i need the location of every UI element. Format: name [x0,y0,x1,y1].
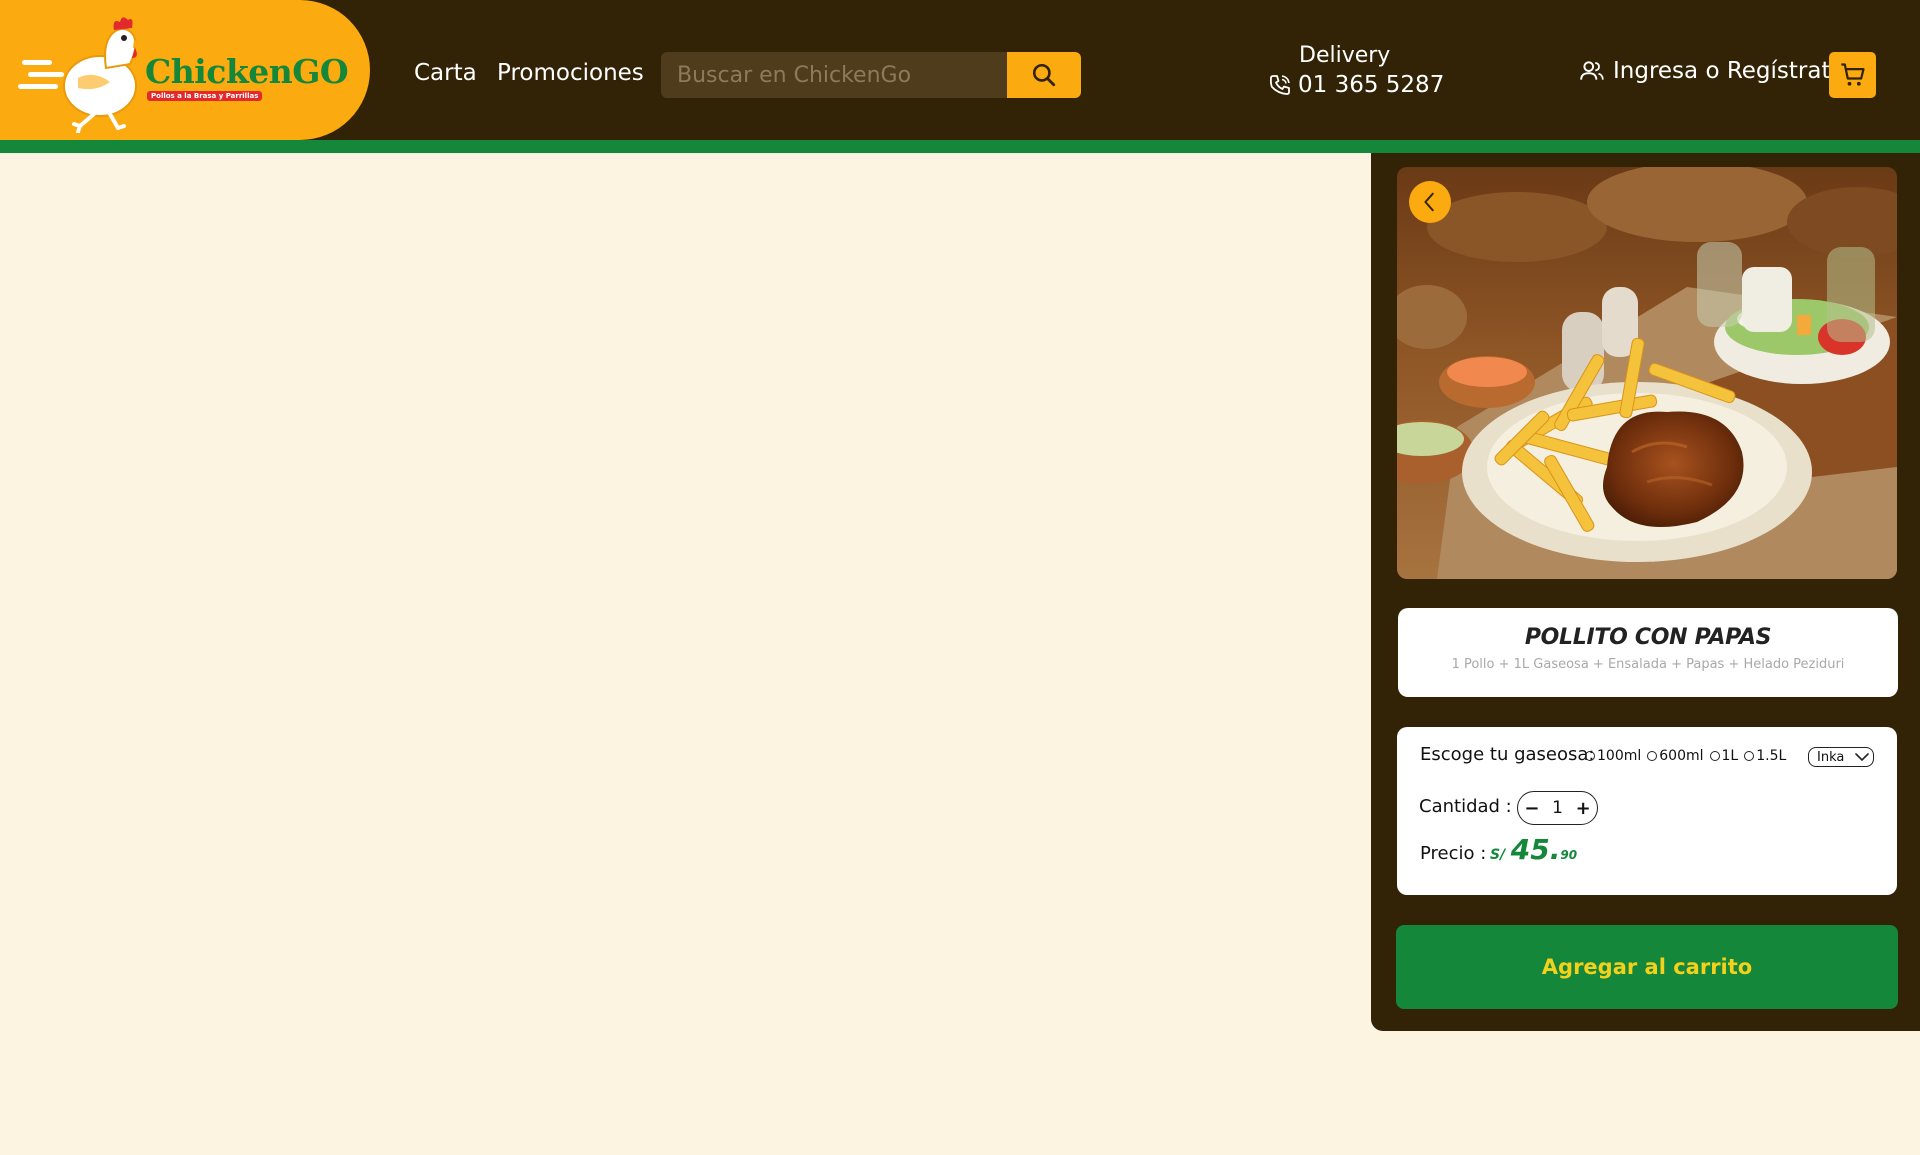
brand-tagline: Pollos a la Brasa y Parrillas [147,91,263,101]
radio-circle [1585,751,1595,761]
price-label: Precio : [1420,843,1487,864]
header-divider [0,140,1920,153]
brand-name: ChickenGO [145,52,349,91]
soda-size-label: 1L [1721,748,1739,764]
quantity-value: 1 [1552,798,1563,818]
soda-size-1-5l[interactable]: 1.5L [1744,748,1786,764]
price-value: S/ 45.90 [1490,833,1577,866]
add-to-cart-button[interactable]: Agregar al carrito [1396,925,1898,1009]
chevron-down-icon [1855,753,1869,762]
radio-circle [1647,751,1658,761]
login-link[interactable]: Ingresa o Regístrate [1579,58,1845,84]
product-photo [1397,167,1897,579]
nav-carta[interactable]: Carta [414,60,477,86]
soda-size-600ml[interactable]: 600ml [1647,748,1704,764]
phone-icon [1269,75,1290,95]
soda-size-label: 600ml [1659,748,1704,764]
quantity-label: Cantidad : [1419,796,1512,817]
product-options-card: Escoge tu gaseosa: 100ml 600ml 1L 1.5L I… [1397,727,1897,895]
carousel-prev-button[interactable] [1409,181,1451,223]
product-name: POLLITO CON PAPAS [1524,625,1772,650]
search-input[interactable] [661,52,1007,98]
chevron-left-icon [1424,192,1434,212]
soda-brand-select[interactable]: Inka [1808,747,1874,767]
price-currency: S/ [1490,847,1506,863]
price-decimal: 90 [1560,848,1578,862]
soda-size-label: 100ml [1597,748,1642,764]
user-icon [1580,61,1604,80]
soda-size-100ml[interactable]: 100ml [1585,748,1641,764]
product-title-card: POLLITO CON PAPAS 1 Pollo + 1L Gaseosa +… [1398,608,1898,697]
login-label: Ingresa o Regístrate [1613,58,1845,84]
site-header: ChickenGO Pollos a la Brasa y Parrillas … [0,0,1920,140]
search-button[interactable] [1007,52,1081,98]
soda-size-options: 100ml 600ml 1L 1.5L [1585,748,1792,764]
soda-size-label: 1.5L [1756,748,1787,764]
delivery-phone[interactable]: 01 365 5287 [1268,72,1444,98]
soda-brand-value: Inka [1817,749,1845,765]
search-icon [1032,63,1056,87]
product-panel: POLLITO CON PAPAS 1 Pollo + 1L Gaseosa +… [1371,153,1920,1031]
radio-circle [1709,751,1720,761]
price-integer: 45. [1510,833,1561,866]
delivery-label: Delivery [1299,43,1391,68]
radio-circle [1744,751,1755,761]
quantity-stepper: − 1 + [1517,791,1598,825]
cart-button[interactable] [1829,52,1876,98]
cart-icon [1840,63,1865,86]
quantity-decrease-button[interactable]: − [1524,798,1539,819]
logo[interactable]: ChickenGO Pollos a la Brasa y Parrillas [0,0,370,140]
product-description: 1 Pollo + 1L Gaseosa + Ensalada + Papas … [1451,657,1845,672]
soda-label: Escoge tu gaseosa: [1420,744,1595,765]
product-image [1397,167,1897,579]
chicken-logo-icon [18,17,146,133]
soda-size-1l[interactable]: 1L [1709,748,1739,764]
nav-promociones[interactable]: Promociones [497,60,644,86]
delivery-phone-number: 01 365 5287 [1298,72,1445,98]
quantity-increase-button[interactable]: + [1576,798,1591,819]
